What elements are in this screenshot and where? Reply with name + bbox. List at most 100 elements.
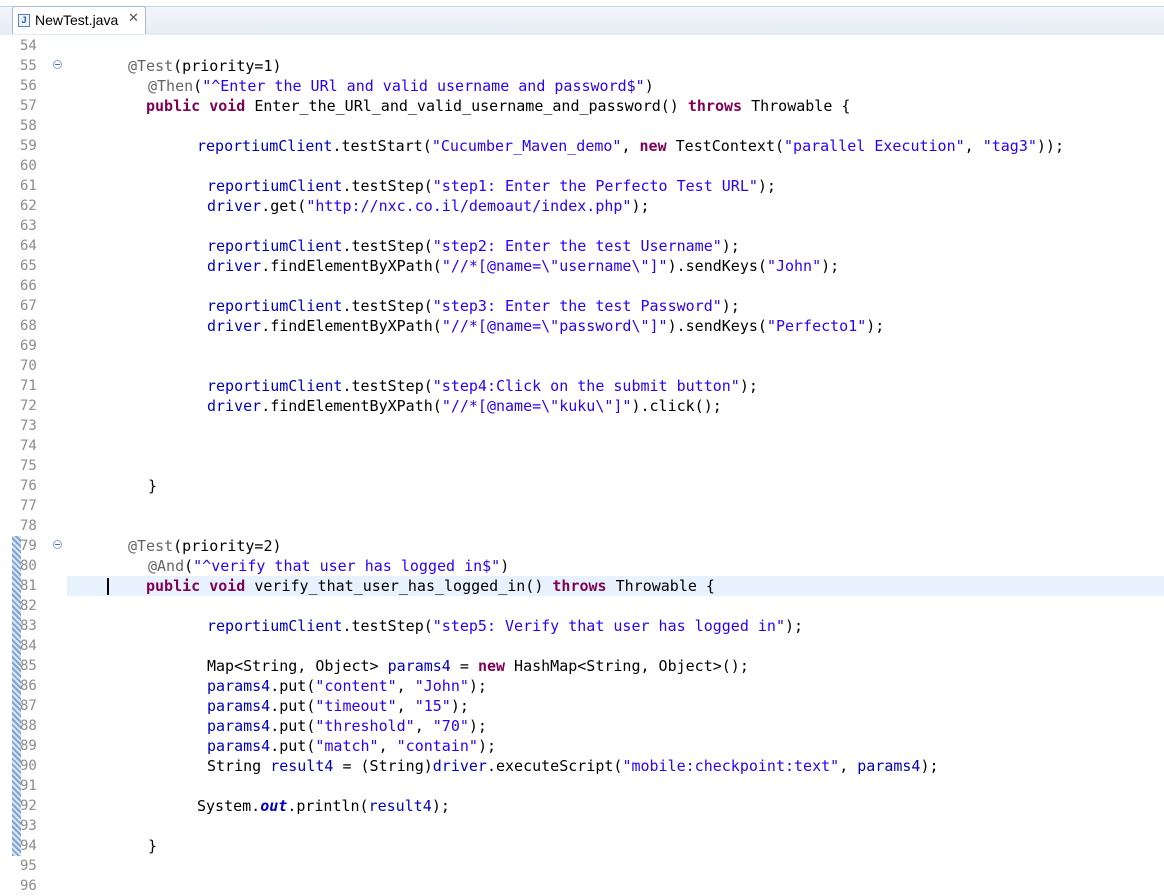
text-caret (107, 578, 109, 595)
code-line[interactable]: 56 @Then("^Enter the URl and valid userna… (0, 76, 1164, 96)
code-editor[interactable]: 54 55 @Test(priority=1) 56 @Then("^Enter the… (0, 36, 1164, 894)
code-text: @Then("^Enter the URl and valid username… (148, 76, 654, 96)
code-line[interactable]: 65 driver.findElementByXPath("//*[@name=\… (0, 256, 1164, 276)
code-line[interactable]: 57 public void Enter_the_URl_and_valid_us… (0, 96, 1164, 116)
code-token: "70" (432, 717, 469, 735)
code-line[interactable]: 89 params4.put("match", "contain"); (0, 736, 1164, 756)
fold-collapse-icon[interactable] (53, 540, 62, 549)
code-line[interactable]: 74 (0, 436, 1164, 456)
code-token: throws (687, 97, 743, 115)
code-line[interactable]: 55 @Test(priority=1) (0, 56, 1164, 76)
code-line[interactable]: 88 params4.put("threshold", "70"); (0, 716, 1164, 736)
code-token: params4 (207, 717, 271, 735)
code-token: .testStep( (342, 617, 433, 635)
code-line[interactable]: 72 driver.findElementByXPath("//*[@name=\… (0, 396, 1164, 416)
code-line[interactable]: 90 String result4 = (String)driver.execut… (0, 756, 1164, 776)
code-text: params4.put("match", "contain"); (207, 736, 496, 756)
java-file-icon: J (18, 14, 30, 27)
code-line[interactable]: 86 params4.put("content", "John"); (0, 676, 1164, 696)
code-token: ); (920, 757, 939, 775)
code-line[interactable]: 63 (0, 216, 1164, 236)
line-number: 87 (20, 698, 37, 714)
code-line[interactable]: 78 (0, 516, 1164, 536)
code-token: reportiumClient (197, 137, 333, 155)
code-line[interactable]: 62 driver.get("http://nxc.co.il/demoaut/i… (0, 196, 1164, 216)
code-text: public void verify_that_user_has_logged_… (146, 576, 715, 596)
code-line[interactable]: 92 System.out.println(result4); (0, 796, 1164, 816)
code-line[interactable]: 60 (0, 156, 1164, 176)
line-number: 62 (20, 198, 37, 214)
line-number: 74 (20, 438, 37, 454)
code-line[interactable]: 82 (0, 596, 1164, 616)
code-line[interactable]: 85 Map<String, Object> params4 = new Hash… (0, 656, 1164, 676)
line-number: 70 (20, 358, 37, 374)
code-token: System. (197, 797, 261, 815)
code-token: "John" (414, 677, 469, 695)
code-line[interactable]: 73 (0, 416, 1164, 436)
line-number: 93 (20, 818, 37, 834)
code-token: ); (721, 297, 740, 315)
code-token: Enter_the_URl_and_valid_username_and_pas… (245, 97, 688, 115)
code-token: .testStep( (342, 377, 433, 395)
line-number: 92 (20, 798, 37, 814)
code-line[interactable]: 80 @And("^verify that user has logged in$… (0, 556, 1164, 576)
code-token: "http://nxc.co.il/demoaut/index.php" (306, 197, 632, 215)
code-text: } (148, 476, 157, 496)
line-number: 84 (20, 638, 37, 654)
line-number: 72 (20, 398, 37, 414)
code-token: = (String) (333, 757, 433, 775)
code-line[interactable]: 83 reportiumClient.testStep("step5: Verif… (0, 616, 1164, 636)
fold-collapse-icon[interactable] (53, 60, 62, 69)
code-line[interactable]: 96 (0, 876, 1164, 896)
tab-newtest-java[interactable]: J NewTest.java ✕ (12, 6, 146, 34)
code-line[interactable]: 70 (0, 356, 1164, 376)
code-line[interactable]: 59 reportiumClient.testStart("Cucumber_Ma… (0, 136, 1164, 156)
line-number: 71 (20, 378, 37, 394)
code-token: ); (431, 797, 450, 815)
code-token: result4 (270, 757, 334, 775)
code-text: params4.put("threshold", "70"); (207, 716, 487, 736)
code-token: params4 (387, 657, 451, 675)
code-line[interactable]: 84 (0, 636, 1164, 656)
code-line[interactable]: 93 (0, 816, 1164, 836)
code-line[interactable]: 77 (0, 496, 1164, 516)
code-line[interactable]: 64 reportiumClient.testStep("step2: Enter… (0, 236, 1164, 256)
line-number: 68 (20, 318, 37, 334)
line-number: 82 (20, 598, 37, 614)
code-token: Throwable { (742, 97, 851, 115)
code-line[interactable]: 75 (0, 456, 1164, 476)
code-token: "tag3" (982, 137, 1037, 155)
code-token: params4 (857, 757, 921, 775)
code-line[interactable]: 79 @Test(priority=2) (0, 536, 1164, 556)
code-token: driver (432, 757, 487, 775)
code-token: .put( (270, 737, 316, 755)
code-line[interactable]: 54 (0, 36, 1164, 56)
code-token: .println( (287, 797, 369, 815)
line-number: 78 (20, 518, 37, 534)
code-token: ); (721, 237, 740, 255)
code-line[interactable]: 76} (0, 476, 1164, 496)
code-line[interactable]: 68 driver.findElementByXPath("//*[@name=\… (0, 316, 1164, 336)
code-token: result4 (368, 797, 432, 815)
code-line[interactable]: 58 (0, 116, 1164, 136)
code-line[interactable]: 95 (0, 856, 1164, 876)
code-token: ); (477, 737, 496, 755)
code-line[interactable]: 91 (0, 776, 1164, 796)
code-line[interactable]: 71 reportiumClient.testStep("step4:Click … (0, 376, 1164, 396)
code-token: } (148, 477, 158, 495)
code-line[interactable]: 87 params4.put("timeout", "15"); (0, 696, 1164, 716)
code-token: params4 (207, 697, 271, 715)
close-icon[interactable]: ✕ (128, 10, 139, 26)
line-number: 73 (20, 418, 37, 434)
code-line[interactable]: 69 (0, 336, 1164, 356)
code-line[interactable]: 61 reportiumClient.testStep("step1: Enter… (0, 176, 1164, 196)
code-token: "^Enter the URl and valid username and p… (202, 77, 645, 95)
code-token: ).sendKeys( (667, 257, 767, 275)
code-line[interactable]: 94} (0, 836, 1164, 856)
code-line[interactable]: 67 reportiumClient.testStep("step3: Enter… (0, 296, 1164, 316)
code-line[interactable]: 66 (0, 276, 1164, 296)
code-token: public (146, 577, 201, 595)
line-number: 86 (20, 678, 37, 694)
code-text: driver.findElementByXPath("//*[@name=\"k… (207, 396, 722, 416)
code-line[interactable]: 81 public void verify_that_user_has_logge… (0, 576, 1164, 596)
